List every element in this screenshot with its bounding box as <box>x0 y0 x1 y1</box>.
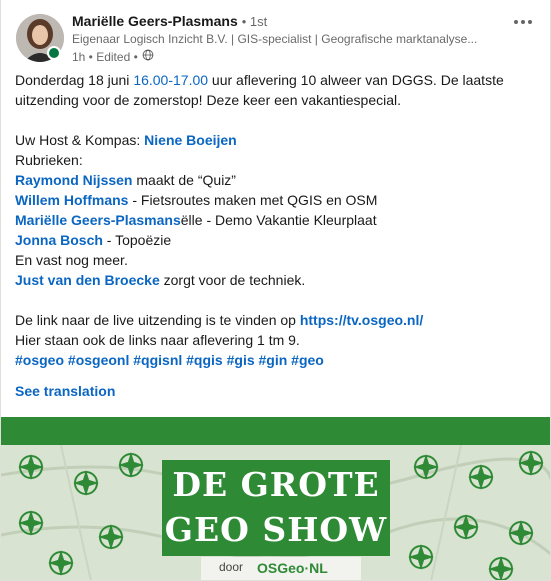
mention-niene-boeijen[interactable]: Niene Boeijen <box>144 132 237 148</box>
post-time: 1h • Edited • <box>72 49 138 64</box>
globe-icon <box>142 49 154 64</box>
body-line: uitzending voor de zomerstop! Deze keer … <box>15 92 401 108</box>
body-line: Raymond Nijssen maakt de “Quiz” <box>15 170 540 190</box>
body-line: Mariëlle Geers-Plasmansëlle - Demo Vakan… <box>15 210 540 230</box>
banner-top-strip <box>1 417 550 445</box>
author-row: Mariëlle Geers-Plasmans • 1st <box>72 13 267 29</box>
body-text: zorgt voor de techniek. <box>159 272 306 288</box>
body-text: maakt de “Quiz” <box>132 172 236 188</box>
more-options-icon[interactable] <box>509 12 537 32</box>
post-body: Donderdag 18 juni 16.00-17.00 uur afleve… <box>15 70 540 370</box>
body-text: De link naar de live uitzending is te vi… <box>15 312 300 328</box>
show-title-line2: GEO SHOW <box>164 510 388 549</box>
banner-door-text: door <box>219 560 244 574</box>
body-line: Hier staan ook de links naar aflevering … <box>15 332 300 348</box>
hashtags[interactable]: #osgeo #osgeonl #qgisnl #qgis #gis #gin … <box>15 350 540 370</box>
show-title-box: DE GROTE GEO SHOW <box>162 460 390 556</box>
body-text: - Fietsroutes maken met QGIS en OSM <box>128 192 378 208</box>
time-link[interactable]: 16.00-17.00 <box>133 72 208 88</box>
mention-raymond-nijssen[interactable]: Raymond Nijssen <box>15 172 132 188</box>
see-translation-link[interactable]: See translation <box>15 383 115 399</box>
post-image[interactable]: DE GROTE GEO SHOW door OSGeo·NL <box>1 417 550 580</box>
body-line: Uw Host & Kompas: Niene Boeijen <box>15 130 540 150</box>
online-status-icon <box>47 46 61 60</box>
body-text: ëlle - Demo Vakantie Kleurplaat <box>180 212 377 228</box>
body-text: Donderdag 18 juni <box>15 72 134 88</box>
body-text: Uw Host & Kompas: <box>15 132 145 148</box>
body-line: Willem Hoffmans - Fietsroutes maken met … <box>15 190 540 210</box>
body-line: Rubrieken: <box>15 152 83 168</box>
body-line: En vast nog meer. <box>15 252 128 268</box>
osgeo-tv-link[interactable]: https://tv.osgeo.nl/ <box>300 312 423 328</box>
body-line: Donderdag 18 juni 16.00-17.00 uur afleve… <box>15 70 540 90</box>
post-header: Mariëlle Geers-Plasmans • 1st Eigenaar L… <box>1 0 550 66</box>
body-line: De link naar de live uitzending is te vi… <box>15 310 540 330</box>
mention-just-van-den-broecke[interactable]: Just van den Broecke <box>15 272 160 288</box>
body-line: Jonna Bosch - Topoëzie <box>15 230 540 250</box>
body-text: - Topoëzie <box>102 232 172 248</box>
osgeo-logo: OSGeo·NL <box>257 560 328 576</box>
show-title-line1: DE GROTE <box>172 465 380 504</box>
mention-willem-hoffmans[interactable]: Willem Hoffmans <box>15 192 128 208</box>
mention-jonna-bosch[interactable]: Jonna Bosch <box>15 232 103 248</box>
author-name[interactable]: Mariëlle Geers-Plasmans <box>72 13 238 29</box>
mention-marielle-geers-plasmans[interactable]: Mariëlle Geers-Plasmans <box>15 212 181 228</box>
post-card: Mariëlle Geers-Plasmans • 1st Eigenaar L… <box>0 0 551 581</box>
body-line: Just van den Broecke zorgt voor de techn… <box>15 270 540 290</box>
connection-degree: • 1st <box>241 14 268 29</box>
post-meta: 1h • Edited • <box>72 49 154 64</box>
body-text: uur aflevering 10 alweer van DGGS. De la… <box>208 72 504 88</box>
author-headline: Eigenaar Logisch Inzicht B.V. | GIS-spec… <box>72 32 478 46</box>
